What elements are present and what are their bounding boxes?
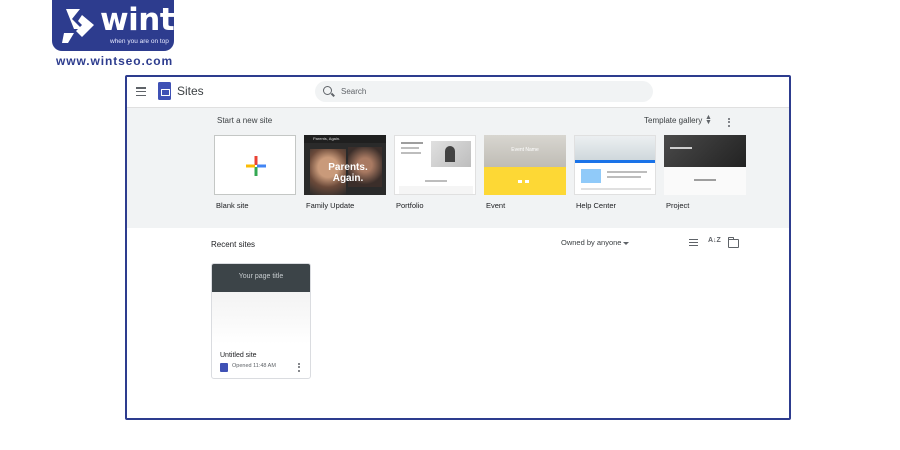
template-gallery-button[interactable]: Template gallery: [644, 116, 702, 125]
recent-sites-title: Recent sites: [211, 240, 256, 249]
help-header-photo: [575, 136, 655, 160]
site-card-preview-title: Your page title: [238, 273, 284, 280]
template-thumbnail[interactable]: Event Name: [484, 135, 566, 195]
template-thumbnail[interactable]: [664, 135, 746, 195]
site-card-name: Untitled site: [220, 352, 257, 359]
template-blank-site[interactable]: Blank site: [214, 135, 296, 210]
template-event[interactable]: Event Name Event: [484, 135, 566, 210]
folder-icon[interactable]: [728, 237, 739, 248]
app-title[interactable]: Sites: [177, 84, 204, 98]
template-band: Start a new site Template gallery ▲ ▼ Bla…: [127, 108, 789, 228]
template-name: Event: [486, 201, 506, 210]
template-name: Help Center: [576, 201, 617, 210]
start-new-site-label: Start a new site: [217, 116, 273, 125]
owner-filter-dropdown[interactable]: Owned by anyone: [561, 238, 621, 247]
template-hero-text: Event Name: [511, 147, 539, 153]
dropdown-arrow-icon[interactable]: [623, 242, 629, 245]
template-name: Blank site: [216, 201, 249, 210]
search-icon[interactable]: [323, 86, 332, 95]
google-sites-icon[interactable]: [158, 82, 171, 100]
site-card-preview-body: [212, 292, 310, 344]
brand-url: www.wintseo.com: [56, 54, 174, 68]
site-card[interactable]: Your page title Untitled site Opened 11:…: [211, 263, 311, 379]
template-hero-text: Parents. Again.: [328, 162, 368, 184]
template-name: Portfolio: [396, 201, 424, 210]
wint-logo-icon: [62, 9, 94, 43]
template-thumbnail[interactable]: [394, 135, 476, 195]
template-header-text: Parents, Again.: [313, 136, 341, 141]
brand-wordmark: wint: [100, 2, 175, 38]
unfold-icon[interactable]: ▲ ▼: [705, 114, 712, 126]
google-sites-window: Sites Start a new site Template gallery …: [125, 75, 791, 420]
recent-sites-section: Recent sites Owned by anyone A↓Z Your pa…: [127, 229, 789, 418]
template-thumbnail[interactable]: [214, 135, 296, 195]
search-bar[interactable]: [315, 81, 653, 102]
more-vert-icon[interactable]: [728, 118, 731, 128]
search-input[interactable]: [341, 84, 641, 99]
brand-tagline: when you are on top: [110, 38, 169, 45]
list-view-icon[interactable]: [689, 239, 698, 246]
template-name: Project: [666, 201, 690, 210]
hamburger-menu-icon[interactable]: [136, 87, 146, 97]
project-photo: [664, 135, 746, 167]
sort-az-icon[interactable]: A↓Z: [708, 237, 721, 244]
more-vert-icon[interactable]: [298, 363, 301, 373]
brand-badge: wint when you are on top: [52, 0, 175, 51]
top-app-bar: Sites: [127, 77, 789, 108]
site-card-opened-time: Opened 11:48 AM: [232, 363, 276, 369]
google-sites-icon: [220, 363, 228, 372]
template-project[interactable]: Project: [664, 135, 746, 210]
site-card-preview-header: Your page title: [212, 264, 310, 292]
template-help-center[interactable]: Help Center: [574, 135, 656, 210]
template-thumbnail[interactable]: [574, 135, 656, 195]
template-name: Family Update: [306, 201, 355, 210]
template-thumbnail[interactable]: Parents, Again. Parents. Again.: [304, 135, 386, 195]
template-portfolio[interactable]: Portfolio: [394, 135, 476, 210]
plus-icon: [246, 156, 266, 176]
template-family-update[interactable]: Parents, Again. Parents. Again. Family U…: [304, 135, 386, 210]
